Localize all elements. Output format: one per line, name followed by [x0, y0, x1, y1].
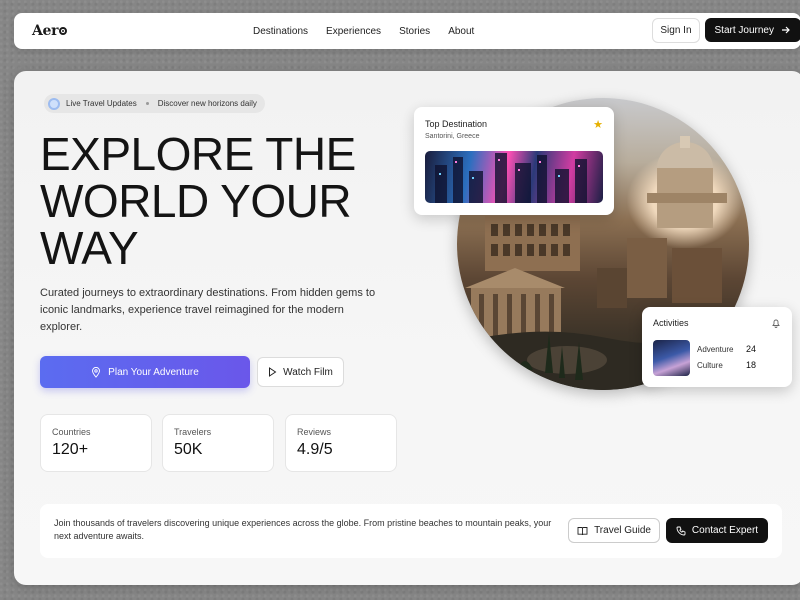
activity-row-culture: Culture 18 [697, 360, 767, 370]
activity-label: Adventure [697, 345, 734, 354]
cta-bar: Join thousands of travelers discovering … [40, 504, 782, 558]
card-subtitle: Santorini, Greece [425, 133, 480, 140]
destination-thumbnail [425, 151, 603, 203]
stat-countries: Countries 120+ [40, 414, 152, 472]
pill-separator [145, 102, 149, 105]
globe-icon [48, 97, 60, 110]
top-destination-card[interactable]: Top Destination Santorini, Greece ★ [414, 107, 614, 215]
pill-label: Live Travel Updates [66, 99, 137, 108]
neon-city-illustration [435, 153, 587, 203]
play-icon [269, 367, 277, 377]
activity-count: 18 [746, 360, 757, 370]
hero-headline: EXPLORE THE WORLD YOUR WAY [40, 128, 356, 274]
sign-in-button[interactable]: Sign In [652, 18, 700, 43]
watch-film-label: Watch Film [283, 366, 333, 378]
phone-icon [676, 526, 686, 535]
travel-guide-button[interactable]: Travel Guide [568, 518, 660, 543]
hero-section: Live Travel Updates Discover new horizon… [14, 71, 800, 585]
stat-label: Reviews [297, 427, 332, 437]
nav-link-destinations[interactable]: Destinations [253, 26, 308, 37]
card-title: Top Destination [425, 119, 488, 129]
plan-adventure-button[interactable]: Plan Your Adventure [40, 356, 250, 388]
hero-subtext: Curated journeys to extraordinary destin… [40, 287, 376, 333]
start-journey-label: Start Journey [714, 24, 774, 36]
activity-label: Culture [697, 361, 723, 370]
activity-count: 24 [746, 344, 757, 354]
card-title: Activities [653, 318, 689, 328]
nav-actions: Sign In Start Journey [652, 18, 800, 43]
contact-expert-button[interactable]: Contact Expert [666, 518, 768, 543]
activity-thumbnail [653, 340, 690, 376]
stat-reviews: Reviews 4.9/5 [285, 414, 397, 472]
watch-film-button[interactable]: Watch Film [257, 357, 344, 387]
star-icon[interactable]: ★ [593, 118, 603, 131]
nav-link-stories[interactable]: Stories [399, 26, 430, 37]
bell-icon[interactable] [771, 318, 781, 328]
stat-travelers: Travelers 50K [162, 414, 274, 472]
plan-adventure-label: Plan Your Adventure [108, 366, 199, 378]
stat-label: Countries [52, 427, 91, 437]
stat-value: 50K [174, 441, 203, 458]
pill-text: Discover new horizons daily [157, 99, 257, 108]
book-icon [577, 526, 588, 535]
stat-value: 4.9/5 [297, 441, 333, 458]
activity-row-adventure: Adventure 24 [697, 344, 767, 354]
map-pin-icon [92, 366, 101, 378]
activities-card[interactable]: Activities Adventure 24 Culture 18 [642, 307, 792, 387]
contact-expert-label: Contact Expert [691, 525, 759, 536]
stat-value: 120+ [52, 441, 89, 458]
cta-text: Join thousands of travelers discovering … [54, 518, 552, 541]
start-journey-button[interactable]: Start Journey [704, 18, 800, 42]
nav-link-experiences[interactable]: Experiences [326, 26, 381, 37]
top-navbar: Aer Destinations Experiences Stories Abo… [14, 13, 800, 49]
brand-logo[interactable]: Aer [32, 23, 236, 39]
nav-link-about[interactable]: About [448, 26, 474, 37]
travel-guide-label: Travel Guide [594, 525, 651, 536]
live-updates-pill[interactable]: Live Travel Updates Discover new horizon… [44, 94, 265, 113]
arrow-right-icon [782, 26, 790, 34]
nav-links: Destinations Experiences Stories About [253, 13, 474, 49]
stat-label: Travelers [174, 427, 212, 437]
